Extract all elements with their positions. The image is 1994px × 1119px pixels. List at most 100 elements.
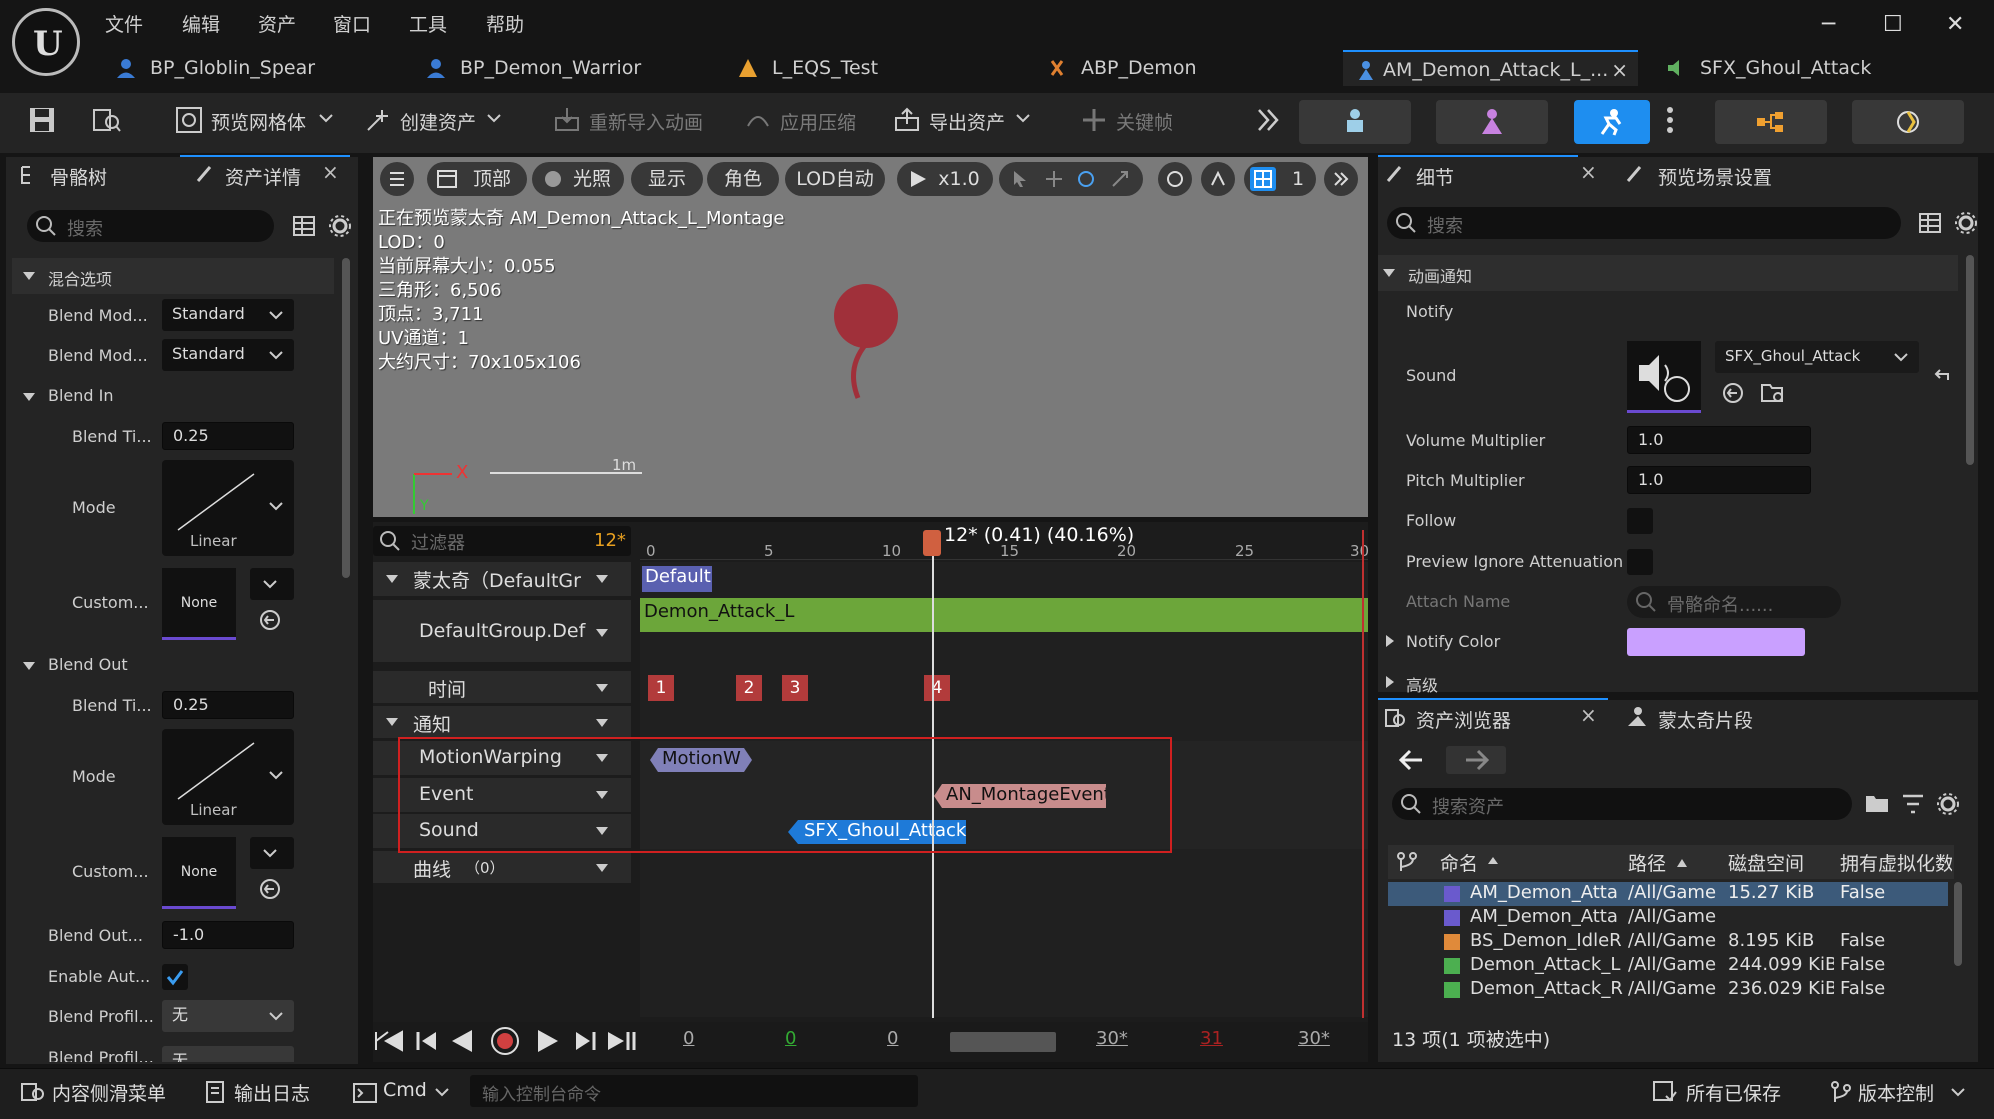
time-row[interactable]: 时间	[373, 671, 631, 703]
menu-tools[interactable]: 工具	[409, 10, 447, 37]
close-panel-button[interactable]: ×	[1580, 160, 1597, 184]
use-selected-icon[interactable]	[1721, 381, 1745, 405]
viewport-menu-button[interactable]	[380, 162, 414, 196]
tab-abp-demon[interactable]: ABP_Demon	[1041, 50, 1331, 86]
expand-arrow-icon[interactable]	[1384, 634, 1396, 648]
blueprint-mode-button[interactable]	[1715, 100, 1827, 144]
marker-2[interactable]: 2	[736, 675, 762, 701]
select-cursor-icon[interactable]	[1011, 170, 1029, 188]
montage-row[interactable]: 蒙太奇（DefaultGr	[373, 562, 631, 596]
left-scrollbar[interactable]	[342, 258, 350, 578]
menu-help[interactable]: 帮助	[486, 10, 524, 37]
end-frame-field[interactable]: 30*	[1298, 1028, 1330, 1049]
output-log-button[interactable]: 输出日志	[234, 1079, 310, 1106]
column-disk-size[interactable]: 磁盘空间	[1728, 849, 1804, 876]
asset-search-input[interactable]: 搜索资产	[1392, 788, 1852, 820]
table-view-icon[interactable]	[1918, 211, 1942, 235]
mesh-mode-button[interactable]	[1436, 100, 1548, 144]
start-frame-field[interactable]: 0	[683, 1028, 694, 1049]
sound-asset-dropdown[interactable]: SFX_Ghoul_Attack	[1715, 341, 1919, 373]
reimport-button[interactable]: 重新导入动画	[589, 108, 703, 135]
marker-3[interactable]: 3	[782, 675, 808, 701]
range-end-field[interactable]: 31	[1200, 1028, 1223, 1049]
lod-auto-button[interactable]: LOD自动	[785, 162, 885, 196]
column-path[interactable]: 路径	[1628, 849, 1666, 876]
jump-end-icon[interactable]	[606, 1028, 636, 1054]
pitch-multiplier-field[interactable]: 1.0	[1627, 466, 1811, 494]
asset-table-scrollbar[interactable]	[1954, 882, 1962, 966]
browse-folder-icon[interactable]	[1760, 381, 1786, 405]
notify-color-swatch[interactable]	[1627, 628, 1805, 656]
enable-auto-blend-out-checkbox[interactable]	[162, 964, 188, 990]
preview-mesh-button[interactable]: 预览网格体	[211, 108, 306, 135]
tab-preview-scene-settings[interactable]: 预览场景设置	[1658, 163, 1772, 190]
skeleton-mode-button[interactable]	[1299, 100, 1411, 144]
tab-details[interactable]	[1378, 155, 1578, 193]
gear-icon[interactable]	[1936, 792, 1960, 816]
table-row[interactable]: Demon_Attack_R /All/Game 236.029 KiB Fal…	[1388, 978, 1948, 1002]
camera-focus-button[interactable]	[1158, 162, 1192, 196]
collapse-arrow-icon[interactable]	[22, 659, 36, 673]
attach-name-input[interactable]: 骨骼命名......	[1627, 586, 1841, 618]
source-control-button[interactable]: 版本控制	[1858, 1079, 1934, 1106]
tab-l-eqs-test[interactable]: L_EQS_Test	[732, 50, 1022, 86]
tab-close-button[interactable]: ×	[1611, 52, 1628, 88]
table-view-icon[interactable]	[292, 214, 316, 238]
menu-edit[interactable]: 编辑	[182, 10, 220, 37]
blend-in-time-field[interactable]: 0.25	[162, 422, 294, 450]
content-drawer-button[interactable]: 内容侧滑菜单	[52, 1079, 166, 1106]
blend-mode-dropdown-2[interactable]: Standard	[162, 339, 294, 371]
reset-arrow-icon[interactable]	[1932, 366, 1952, 386]
range-start-field[interactable]: 0	[785, 1028, 796, 1049]
grid-snap-toggle[interactable]: 1	[1244, 162, 1316, 196]
all-saved-button[interactable]: 所有已保存	[1686, 1079, 1781, 1106]
double-chevron-right-icon[interactable]	[1254, 106, 1282, 134]
follow-checkbox[interactable]	[1627, 508, 1653, 534]
more-options-icon[interactable]	[1666, 106, 1674, 134]
view-top-button[interactable]: 顶部	[427, 162, 527, 196]
left-search-input[interactable]: 搜索	[27, 210, 274, 242]
tab-sfx-ghoul-attack[interactable]: SFX_Ghoul_Attack	[1660, 50, 1950, 86]
scale-icon[interactable]	[1111, 170, 1129, 188]
close-window-button[interactable]: ✕	[1946, 12, 1964, 37]
blend-curve-dropdown[interactable]: Linear	[162, 460, 294, 556]
console-input[interactable]: 输入控制台命令	[470, 1075, 918, 1107]
table-row[interactable]: BS_Demon_IdleR /All/Game 8.195 KiB False	[1388, 930, 1948, 954]
sound-thumbnail[interactable]	[1627, 341, 1701, 413]
preview-ignore-attenuation-checkbox[interactable]	[1627, 549, 1653, 575]
forward-button[interactable]	[1446, 746, 1506, 774]
view-end-field[interactable]: 30*	[1096, 1028, 1128, 1049]
curve-row[interactable]: 曲线 （0）	[373, 851, 631, 883]
physics-mode-button[interactable]	[1852, 100, 1964, 144]
custom-curve-thumbnail[interactable]: None	[162, 568, 236, 640]
jump-start-icon[interactable]	[374, 1028, 404, 1054]
column-virtualized[interactable]: 拥有虚拟化数	[1840, 849, 1952, 876]
folder-search-icon[interactable]	[1864, 792, 1892, 816]
blend-out-time-field[interactable]: 0.25	[162, 691, 294, 719]
snap-button[interactable]	[1201, 162, 1235, 196]
notify-row[interactable]: 通知	[373, 706, 631, 738]
keyframe-button[interactable]: 关键帧	[1116, 108, 1173, 135]
move-icon[interactable]	[1045, 170, 1063, 188]
volume-multiplier-field[interactable]: 1.0	[1627, 426, 1811, 454]
filter-icon[interactable]	[1902, 794, 1924, 814]
branch-icon[interactable]	[1396, 851, 1418, 873]
details-search-input[interactable]: 搜索	[1387, 207, 1901, 239]
use-selected-icon[interactable]	[258, 608, 282, 632]
tab-skeleton-tree[interactable]: 骨骼树	[50, 163, 107, 190]
menu-asset[interactable]: 资产	[258, 10, 296, 37]
table-row[interactable]: Demon_Attack_L /All/Game 244.099 KiB Fal…	[1388, 954, 1948, 978]
close-panel-button[interactable]: ×	[1580, 703, 1597, 727]
blend-profile-dropdown-2[interactable]: 无	[162, 1046, 294, 1062]
record-icon[interactable]	[490, 1026, 520, 1056]
tab-bp-goblin-spear[interactable]: BP_Globlin_Spear	[110, 50, 400, 86]
step-forward-icon[interactable]	[574, 1028, 598, 1054]
character-button[interactable]: 角色	[707, 162, 779, 196]
view-start-field[interactable]: 0	[887, 1028, 898, 1049]
gear-icon[interactable]	[1954, 211, 1978, 235]
rotate-icon[interactable]	[1077, 170, 1095, 188]
default-group-row[interactable]: DefaultGroup.Def	[373, 600, 631, 662]
save-icon[interactable]	[28, 106, 56, 134]
segment-default[interactable]: Default	[642, 566, 712, 592]
expand-arrow-icon[interactable]	[1384, 675, 1396, 689]
